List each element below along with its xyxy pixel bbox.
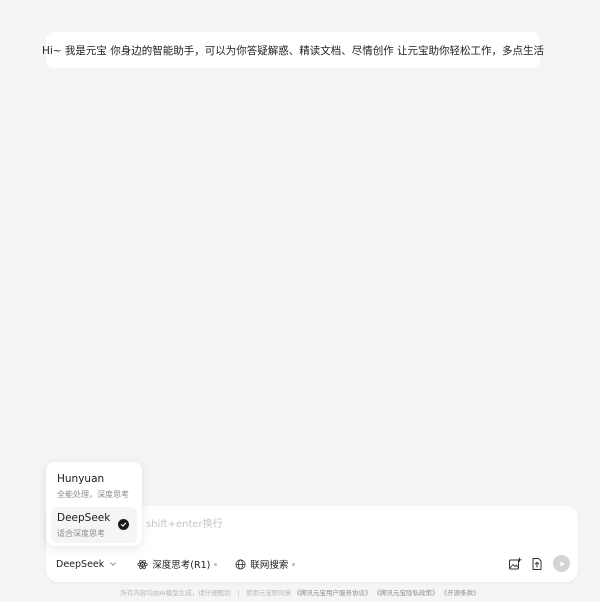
model-option-desc: 全能处理，深度思考 <box>57 490 129 499</box>
image-plus-icon[interactable] <box>507 556 523 572</box>
model-option-hunyuan[interactable]: Hunyuan 全能处理，深度思考 <box>51 468 137 504</box>
model-option-name: Hunyuan <box>57 473 105 485</box>
deep-think-label: 深度思考(R1) <box>152 560 211 571</box>
web-search-label: 联网搜索 <box>250 560 289 571</box>
greeting-banner: Hi~ 我是元宝 你身边的智能助手，可以为你答疑解惑、精读文档、尽情创作 让元宝… <box>42 32 544 68</box>
chat-input[interactable] <box>146 514 566 534</box>
check-circle-icon <box>118 519 129 530</box>
input-actions <box>501 555 570 572</box>
model-select-label: DeepSeek <box>56 558 105 570</box>
input-toolbar: DeepSeek 深度思考(R1) 联网搜索 <box>56 556 313 572</box>
web-search-toggle[interactable]: 联网搜索 <box>235 557 296 571</box>
file-upload-icon[interactable] <box>529 556 545 572</box>
footer-link-open-source[interactable]: 《开源条款》 <box>441 589 480 597</box>
footer-separator <box>237 589 239 597</box>
chat-area <box>0 78 600 458</box>
model-option-deepseek[interactable]: DeepSeek 适合深度思考 <box>51 507 137 543</box>
send-button[interactable] <box>553 555 570 572</box>
footer-link-user-agreement[interactable]: 《腾讯元宝用户服务协议》 <box>293 589 371 597</box>
send-icon <box>559 560 565 567</box>
deep-think-toggle[interactable]: 深度思考(R1) <box>137 557 218 571</box>
info-dot <box>292 562 296 566</box>
footer-ai-notice: 所有内容均由AI模型生成，请仔细甄别 <box>120 589 231 597</box>
info-dot <box>214 562 218 566</box>
greeting-text: Hi~ 我是元宝 你身边的智能助手，可以为你答疑解惑、精读文档、尽情创作 让元宝… <box>41 44 545 57</box>
globe-icon <box>235 559 246 570</box>
footer-link-privacy[interactable]: 《腾讯元宝隐私政策》 <box>374 589 439 597</box>
chevron-down-icon <box>109 560 117 568</box>
model-select-menu: Hunyuan 全能处理，深度思考 DeepSeek 适合深度思考 <box>46 462 142 546</box>
atom-icon <box>137 559 148 570</box>
footer-disclaimer: 所有内容均由AI模型生成，请仔细甄别 使用元宝即同意 《腾讯元宝用户服务协议》 … <box>0 587 600 597</box>
footer-agreement-prefix: 使用元宝即同意 <box>245 589 292 597</box>
model-select-button[interactable]: DeepSeek <box>56 559 117 570</box>
